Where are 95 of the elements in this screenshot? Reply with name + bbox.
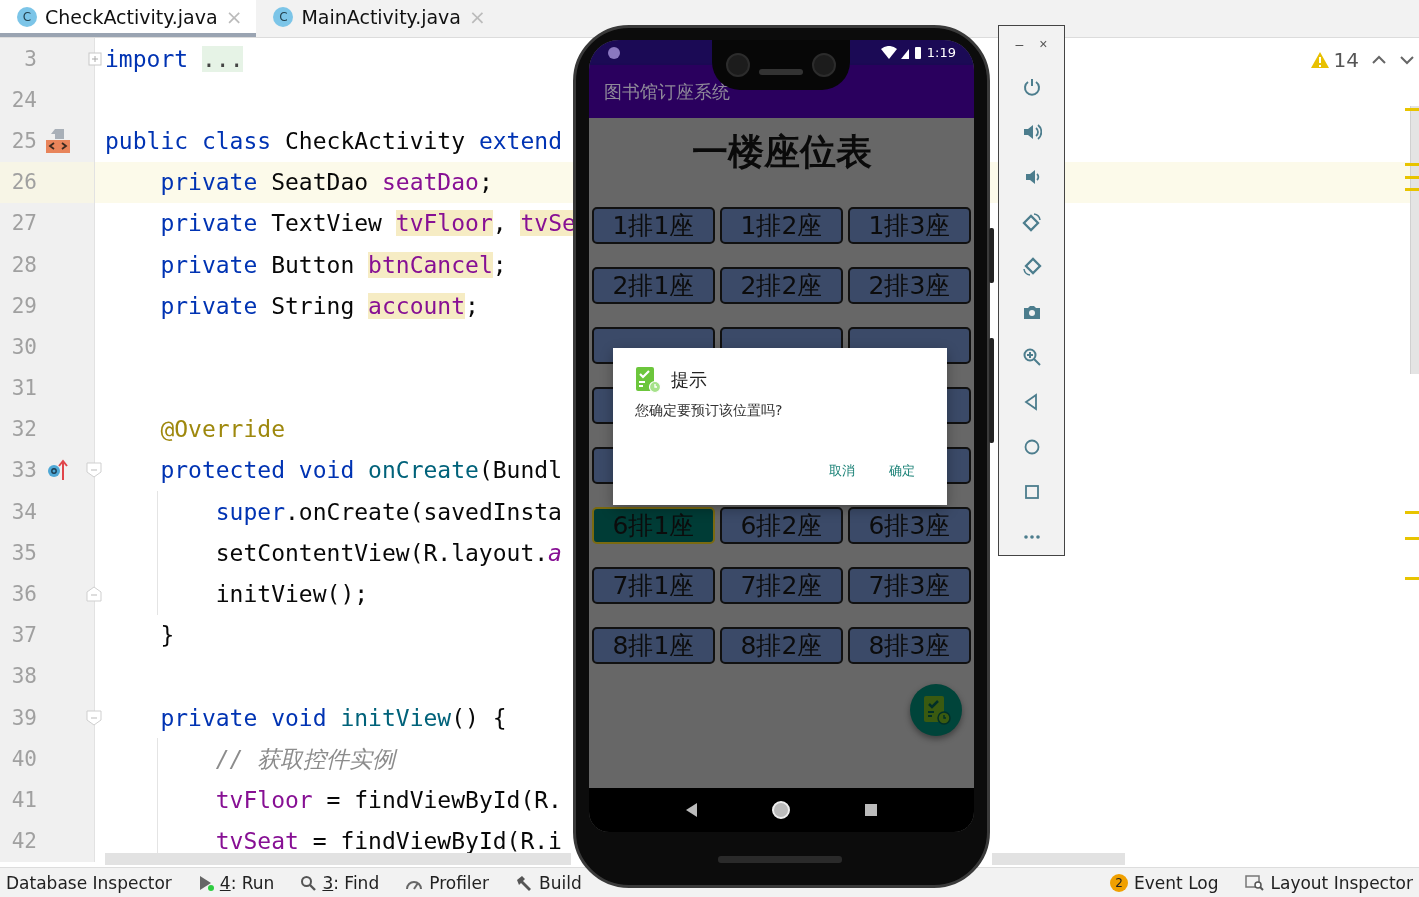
- zoom-icon[interactable]: [1021, 347, 1042, 367]
- seat-button[interactable]: 2排3座: [848, 267, 971, 304]
- checklist-icon: [635, 366, 661, 394]
- code-line: }: [159, 621, 175, 651]
- chevron-up-icon[interactable]: [1371, 54, 1387, 66]
- line-number: 28: [10, 252, 37, 277]
- line-number: 39: [10, 705, 37, 730]
- tool-window-button[interactable]: Build: [515, 872, 582, 893]
- run-icon: [197, 874, 214, 891]
- power-icon[interactable]: [1021, 77, 1042, 97]
- chevron-down-icon[interactable]: [1399, 54, 1415, 66]
- file-tab[interactable]: C MainActivity.java ×: [256, 0, 500, 37]
- line-number: 34: [10, 499, 37, 524]
- line-number: 29: [10, 293, 37, 318]
- floating-action-button[interactable]: [910, 684, 962, 736]
- seat-button[interactable]: 1排2座: [720, 207, 843, 244]
- tool-window-button[interactable]: 3: Find: [300, 872, 380, 893]
- code-line: // 获取控件实例: [214, 744, 396, 774]
- line-number: 32: [10, 417, 37, 442]
- home-icon[interactable]: [771, 800, 792, 820]
- seat-button[interactable]: 2排1座: [592, 267, 715, 304]
- close-icon[interactable]: ×: [225, 4, 243, 29]
- seat-button[interactable]: 7排1座: [592, 567, 715, 604]
- window-control[interactable]: ×: [1037, 34, 1050, 54]
- seat-button[interactable]: 8排2座: [720, 627, 843, 664]
- back-icon[interactable]: [685, 802, 700, 818]
- code-line: private String account;: [159, 291, 479, 321]
- line-number: 40: [10, 746, 37, 771]
- dialog-message: 您确定要预订该位置吗?: [635, 402, 784, 420]
- code-line: import ...: [105, 44, 244, 74]
- code-line: initView();: [214, 580, 369, 610]
- code-line: super.onCreate(savedInsta: [214, 497, 562, 527]
- seat-button[interactable]: 1排1座: [592, 207, 715, 244]
- line-number: 26: [10, 170, 37, 195]
- line-number: 36: [10, 582, 37, 607]
- line-number: 41: [10, 787, 37, 812]
- line-number: 3: [23, 46, 37, 71]
- window-control[interactable]: –: [1013, 34, 1026, 54]
- seat-button[interactable]: 2排2座: [720, 267, 843, 304]
- status-time: 1:19: [926, 45, 956, 60]
- seat-button[interactable]: 8排1座: [592, 627, 715, 664]
- dialog-button[interactable]: 取消: [825, 460, 859, 482]
- code-line: private SeatDao seatDao;: [159, 168, 493, 198]
- dialog-button[interactable]: 确定: [885, 460, 919, 482]
- line-number: 24: [10, 87, 37, 112]
- class-icon: C: [273, 6, 294, 27]
- seat-button[interactable]: 7排2座: [720, 567, 843, 604]
- inspector-icon: [1244, 874, 1265, 891]
- close-icon[interactable]: ×: [469, 4, 486, 29]
- notification-dot-icon: [607, 45, 621, 60]
- volume-up-icon[interactable]: [1021, 122, 1042, 142]
- code-line: protected void onCreate(Bundl: [159, 456, 562, 486]
- seat-button[interactable]: 1排3座: [848, 207, 971, 244]
- code-line: tvFloor = findViewById(R.: [214, 785, 562, 815]
- line-number: 35: [10, 540, 37, 565]
- scrollbar[interactable]: [105, 853, 571, 865]
- code-line: @Override: [159, 415, 285, 445]
- line-number: 42: [10, 829, 37, 854]
- app-title: 图书馆订座系统: [604, 79, 730, 104]
- code-line: private Button btnCancel;: [159, 250, 507, 280]
- code-line: private void initView() {: [159, 703, 507, 733]
- code-line: public class CheckActivity extend: [105, 126, 562, 156]
- search-icon: [300, 874, 317, 891]
- line-number: 37: [10, 623, 37, 648]
- code-line: setContentView(R.layout.a: [214, 538, 562, 568]
- rotate-left-icon[interactable]: [1021, 212, 1042, 232]
- code-line: tvSeat = findViewById(R.i: [214, 827, 562, 857]
- tool-window-button[interactable]: 2 Event Log: [1110, 872, 1219, 893]
- file-tab[interactable]: C CheckActivity.java ×: [0, 0, 257, 37]
- scrollbar[interactable]: [992, 853, 1125, 865]
- scrollbar-thumb[interactable]: [1410, 106, 1419, 374]
- seat-button[interactable]: 6排3座: [848, 507, 971, 544]
- seat-button[interactable]: 6排2座: [720, 507, 843, 544]
- tool-window-button[interactable]: Profiler: [405, 872, 490, 893]
- line-number: 30: [10, 334, 37, 359]
- warning-count[interactable]: 14: [1333, 48, 1359, 72]
- rotate-right-icon[interactable]: [1021, 257, 1042, 277]
- line-number: 31: [10, 376, 37, 401]
- tool-window-button[interactable]: Layout Inspector: [1244, 872, 1413, 893]
- override-icon[interactable]: [47, 458, 69, 483]
- dialog-title: 提示: [671, 368, 707, 392]
- overview-icon[interactable]: [863, 803, 878, 817]
- line-number: 33: [10, 458, 37, 483]
- page-heading: 一楼座位表: [690, 130, 873, 174]
- tool-window-button[interactable]: 4: Run: [197, 872, 275, 893]
- line-number: 27: [10, 211, 37, 236]
- class-icon: C: [17, 6, 37, 27]
- seat-button[interactable]: 8排3座: [848, 627, 971, 664]
- hammer-icon: [515, 874, 534, 891]
- signal-icons: [880, 45, 921, 60]
- seat-button[interactable]: 7排3座: [848, 567, 971, 604]
- tool-window-button[interactable]: Database Inspector: [6, 872, 172, 893]
- line-number: 25: [10, 128, 37, 153]
- line-number: 38: [10, 664, 37, 689]
- layout-file-icon[interactable]: [45, 127, 71, 154]
